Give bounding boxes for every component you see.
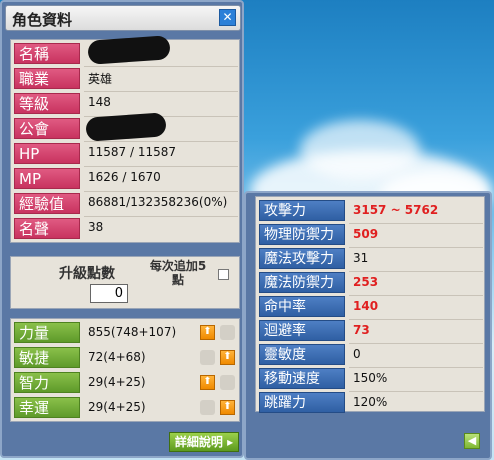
- detail-label: 移動速度: [259, 368, 345, 389]
- attr-label: 敏捷: [14, 347, 80, 368]
- info-row-fame: 名聲 38: [14, 218, 238, 240]
- info-label: 名稱: [14, 43, 80, 64]
- detail-row-speed: 移動速度 150%: [259, 368, 483, 392]
- ability-points-panel: 升級點數 0 每次追加5 點: [10, 256, 240, 309]
- detail-value: 31: [353, 251, 369, 265]
- ap-title: 升級點數: [59, 266, 115, 282]
- attr-value: 855(748+107): [88, 325, 177, 339]
- redaction-mark: [87, 35, 171, 65]
- info-row-level: 等級 148: [14, 93, 238, 117]
- back-arrow-icon[interactable]: ◀: [464, 433, 480, 449]
- auto-assign-label-line2: 點: [171, 273, 184, 287]
- detail-row-jump: 跳躍力 120%: [259, 392, 483, 414]
- title-bar[interactable]: 角色資料 ✕: [5, 5, 241, 31]
- add-dex-button[interactable]: ⬆: [220, 350, 235, 365]
- button-slot: [220, 325, 235, 340]
- info-value: 148: [88, 95, 111, 109]
- add-str-button[interactable]: ⬆: [200, 325, 215, 340]
- close-icon[interactable]: ✕: [219, 9, 236, 26]
- attr-label: 幸運: [14, 397, 80, 418]
- detailed-stats-panel: 攻擊力 3157 ~ 5762 物理防禦力 509 魔法攻擊力 31 魔法防禦力…: [255, 196, 485, 414]
- detail-value: 0: [353, 347, 361, 361]
- basic-info-panel: 名稱 職業 英雄 等級 148 公會 HP 11587 / 11587 MP 1…: [10, 35, 240, 243]
- detail-label: 靈敏度: [259, 344, 345, 365]
- detail-label: 魔法防禦力: [259, 272, 345, 293]
- detail-row-accuracy: 命中率 140: [259, 296, 483, 320]
- info-label: 經驗值: [14, 193, 80, 214]
- button-slot: [220, 375, 235, 390]
- add-int-button[interactable]: ⬆: [200, 375, 215, 390]
- detail-row-mdef: 魔法防禦力 253: [259, 272, 483, 296]
- auto-assign-label: 每次追加5 點: [143, 259, 213, 287]
- info-label: MP: [14, 168, 80, 189]
- info-row-mp: MP 1626 / 1670: [14, 168, 238, 192]
- detail-button-label: 詳細說明: [174, 435, 223, 449]
- attr-row-dex: 敏捷 72(4+68) ⬆: [14, 347, 238, 369]
- info-value: 11587 / 11587: [88, 145, 177, 159]
- row-divider: [84, 191, 238, 192]
- info-value: 86881/132358236(0%): [88, 195, 228, 209]
- row-divider: [84, 66, 238, 67]
- add-luk-button[interactable]: ⬆: [220, 400, 235, 415]
- info-label: 公會: [14, 118, 80, 139]
- info-row-hp: HP 11587 / 11587: [14, 143, 238, 167]
- detail-row-matk: 魔法攻擊力 31: [259, 248, 483, 272]
- ap-value: 0: [90, 284, 128, 303]
- sky-cloud: [300, 120, 420, 180]
- detail-value: 3157 ~ 5762: [353, 203, 439, 217]
- button-slot: [200, 350, 215, 365]
- detail-row-attack: 攻擊力 3157 ~ 5762: [259, 200, 483, 224]
- detailed-stats-window: 攻擊力 3157 ~ 5762 物理防禦力 509 魔法攻擊力 31 魔法防禦力…: [244, 191, 492, 460]
- detail-value: 150%: [353, 371, 388, 385]
- info-label: HP: [14, 143, 80, 164]
- button-slot: [200, 400, 215, 415]
- attr-value: 29(4+25): [88, 375, 146, 389]
- window-title: 角色資料: [12, 11, 73, 29]
- detail-value: 73: [353, 323, 370, 337]
- attr-row-int: 智力 29(4+25) ⬆: [14, 372, 238, 394]
- info-label: 等級: [14, 93, 80, 114]
- detail-value: 140: [353, 299, 379, 313]
- attr-row-str: 力量 855(748+107) ⬆: [14, 322, 238, 344]
- attr-value: 72(4+68): [88, 350, 146, 364]
- info-value: 38: [88, 220, 104, 234]
- row-divider: [84, 91, 238, 92]
- info-row-exp: 經驗值 86881/132358236(0%): [14, 193, 238, 217]
- detail-value: 509: [353, 227, 379, 241]
- detail-row-avoid: 迴避率 73: [259, 320, 483, 344]
- info-label: 名聲: [14, 218, 80, 239]
- detail-label: 命中率: [259, 296, 345, 317]
- attr-label: 智力: [14, 372, 80, 393]
- detail-label: 跳躍力: [259, 392, 345, 413]
- row-divider: [84, 141, 238, 142]
- auto-assign-checkbox[interactable]: [218, 269, 229, 280]
- detail-row-handicraft: 靈敏度 0: [259, 344, 483, 368]
- row-divider: [84, 216, 238, 217]
- detail-value: 120%: [353, 395, 388, 409]
- attr-value: 29(4+25): [88, 400, 146, 414]
- info-row-job: 職業 英雄: [14, 68, 238, 92]
- detail-button[interactable]: 詳細說明 ▸: [169, 432, 239, 452]
- redaction-mark: [85, 112, 167, 142]
- row-divider: [84, 166, 238, 167]
- detail-label: 攻擊力: [259, 200, 345, 221]
- detail-row-pdef: 物理防禦力 509: [259, 224, 483, 248]
- detail-label: 魔法攻擊力: [259, 248, 345, 269]
- attr-row-luk: 幸運 29(4+25) ⬆: [14, 397, 238, 419]
- attributes-panel: 力量 855(748+107) ⬆ 敏捷 72(4+68) ⬆ 智力 29(4+…: [10, 318, 240, 422]
- attr-label: 力量: [14, 322, 80, 343]
- info-value: 英雄: [88, 72, 113, 86]
- detail-label: 迴避率: [259, 320, 345, 341]
- auto-assign-label-line1: 每次追加5: [149, 259, 207, 273]
- info-value: 1626 / 1670: [88, 170, 161, 184]
- detail-label: 物理防禦力: [259, 224, 345, 245]
- detail-value: 253: [353, 275, 379, 289]
- info-row-guild: 公會: [14, 112, 238, 142]
- info-row-name: 名稱: [14, 35, 238, 67]
- character-stats-window: 角色資料 ✕ 名稱 職業 英雄 等級 148 公會 HP 11587 / 115…: [0, 0, 244, 458]
- info-label: 職業: [14, 68, 80, 89]
